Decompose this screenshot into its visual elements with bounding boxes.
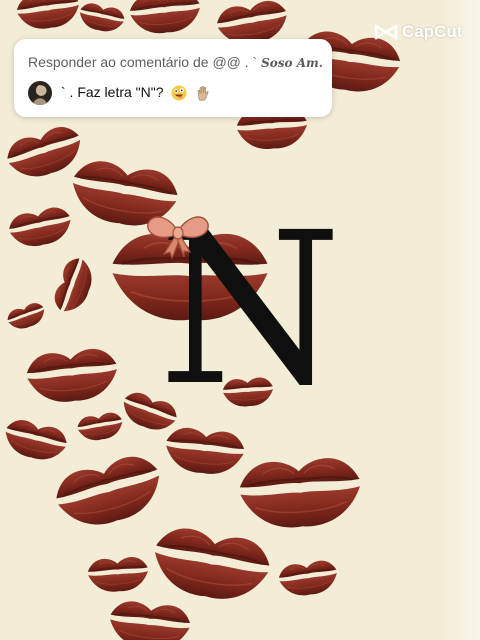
capcut-logo-icon bbox=[374, 24, 398, 40]
reply-header-text: Responder ao comentário de @@ . ` bbox=[28, 54, 262, 70]
comment-line: ` . Faz letra "N"? bbox=[61, 84, 211, 101]
right-edge-fade bbox=[438, 0, 480, 640]
reply-header: Responder ao comentário de @@ . ` Soso A… bbox=[28, 54, 324, 70]
comment-text: ` . Faz letra "N"? bbox=[61, 84, 164, 100]
capcut-label: CapCut bbox=[402, 22, 463, 41]
reply-username: Soso Am... bbox=[261, 56, 324, 70]
reply-comment-card[interactable]: Responder ao comentário de @@ . ` Soso A… bbox=[14, 39, 332, 117]
avatar[interactable] bbox=[28, 81, 52, 105]
capcut-watermark: CapCut bbox=[374, 22, 462, 42]
raised-hand-icon bbox=[198, 86, 209, 101]
zany-face-icon bbox=[171, 85, 187, 101]
